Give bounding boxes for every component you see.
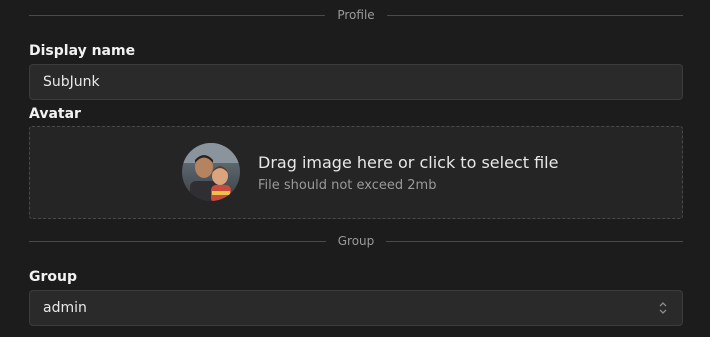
display-name-label: Display name <box>29 43 136 59</box>
divider-line-right <box>386 14 683 16</box>
avatar-dropzone[interactable]: Drag image here or click to select file … <box>29 126 683 219</box>
dropzone-title: Drag image here or click to select file <box>258 153 559 172</box>
profile-divider: Profile <box>29 5 683 25</box>
divider-line-left <box>29 14 326 16</box>
divider-line-left <box>29 240 326 242</box>
avatar-photo <box>182 143 240 201</box>
group-select[interactable]: admin <box>29 290 683 326</box>
group-divider-label: Group <box>337 234 375 248</box>
group-divider: Group <box>29 231 684 251</box>
display-name-value: SubJunk <box>43 74 100 90</box>
profile-divider-label: Profile <box>337 8 375 22</box>
avatar-label: Avatar <box>29 106 81 122</box>
profile-form: Profile Display name SubJunk Avatar Drag… <box>0 0 710 337</box>
display-name-input[interactable]: SubJunk <box>29 64 683 100</box>
avatar <box>182 143 240 201</box>
chevron-up-down-icon <box>659 302 667 314</box>
group-select-value: admin <box>43 300 87 316</box>
divider-line-right <box>386 240 684 242</box>
dropzone-subtitle: File should not exceed 2mb <box>258 178 437 193</box>
group-label: Group <box>29 269 78 285</box>
